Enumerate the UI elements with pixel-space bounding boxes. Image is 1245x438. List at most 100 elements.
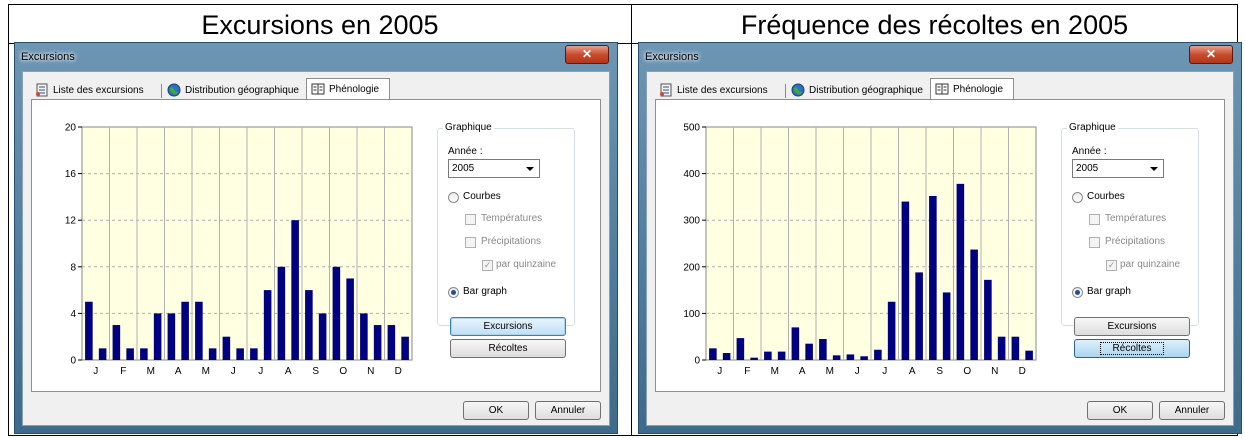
bar-M2 (777, 351, 786, 360)
chevron-down-icon (526, 167, 534, 171)
y-tick-label: 400 (683, 169, 700, 180)
x-month-label: A (909, 366, 916, 377)
bar-N2 (997, 336, 1006, 360)
bar-F2 (126, 348, 134, 360)
bar-A2 (915, 272, 923, 360)
tab-distribution-geographique[interactable]: Distribution géographique (163, 81, 305, 100)
precipitations-checkbox[interactable] (1089, 237, 1100, 248)
bar-graph-radio[interactable] (448, 287, 459, 298)
bar-J2 (722, 353, 731, 360)
bar-F2 (750, 357, 758, 360)
tab-separator (161, 84, 162, 98)
courbes-radio[interactable] (1072, 192, 1083, 203)
x-month-label: D (395, 366, 402, 377)
ok-button[interactable]: OK (463, 401, 529, 420)
close-button[interactable]: ✕ (1189, 45, 1233, 64)
bar-D1 (1011, 336, 1020, 360)
annee-select[interactable]: 2005 (1072, 159, 1164, 178)
graphique-groupbox: Graphique Année : 2005 Courbes Températu… (437, 122, 575, 326)
annee-value: 2005 (1076, 163, 1099, 174)
quinzaine-label: par quinzaine (1120, 259, 1181, 270)
courbes-radio[interactable] (448, 192, 459, 203)
chevron-down-icon (1150, 167, 1158, 171)
x-month-label: S (312, 366, 319, 377)
title-bar[interactable]: Excursions ✕ (639, 43, 1241, 71)
bar-J1 (874, 349, 882, 360)
bar-J2 (887, 301, 896, 360)
y-tick-label: 500 (683, 123, 700, 134)
excursions-button[interactable]: Excursions (1074, 317, 1190, 336)
dialog-window-recoltes: Excursions ✕ Liste des excursions Distri… (638, 42, 1242, 434)
bar-M2 (208, 348, 217, 360)
bar-chart: 0 4 8 12 16 20 J F M A M J J A S O N D (65, 123, 413, 377)
bar-F1 (112, 325, 121, 360)
ok-button[interactable]: OK (1087, 401, 1153, 420)
bar-J2 (263, 290, 272, 360)
x-month-label: O (963, 366, 971, 377)
temperatures-checkbox[interactable] (465, 214, 476, 225)
bar-J1 (85, 301, 93, 360)
title-bar[interactable]: Excursions ✕ (15, 43, 617, 71)
tab-liste-excursions[interactable]: Liste des excursions (655, 81, 783, 100)
recoltes-button[interactable]: Récoltes (450, 339, 566, 358)
annee-label: Année : (448, 146, 483, 157)
bar-A1 (901, 201, 910, 360)
bar-O2 (970, 249, 978, 360)
precipitations-checkbox[interactable] (465, 237, 476, 248)
tab-distribution-geographique[interactable]: Distribution géographique (787, 81, 929, 100)
quinzaine-checkbox[interactable]: ✓ (482, 260, 493, 271)
y-tick-label: 100 (683, 309, 700, 320)
bar-M1 (819, 339, 827, 360)
bar-S2 (318, 313, 327, 360)
recoltes-button-label: Récoltes (488, 343, 528, 354)
cancel-button-label: Annuler (550, 405, 586, 416)
bar-S1 (305, 290, 313, 360)
cancel-button[interactable]: Annuler (1159, 401, 1225, 420)
bar-J1 (846, 354, 855, 360)
y-tick-label: 300 (683, 216, 700, 227)
x-month-label: J (855, 366, 860, 377)
bar-A1 (791, 327, 800, 360)
bar-J1 (709, 348, 717, 360)
bar-O1 (956, 183, 965, 360)
tab-liste-excursions[interactable]: Liste des excursions (31, 81, 159, 100)
quinzaine-label: par quinzaine (496, 259, 557, 270)
bar-D2 (1025, 350, 1033, 360)
bar-graph-label: Bar graph (1087, 286, 1131, 297)
x-month-label: D (1019, 366, 1026, 377)
close-button[interactable]: ✕ (565, 45, 609, 64)
tab-phenologie[interactable]: Phénologie (930, 78, 1014, 101)
x-month-label: M (147, 366, 155, 377)
tab-phenologie[interactable]: Phénologie (306, 78, 390, 101)
left-heading: Excursions en 2005 (201, 10, 439, 40)
tab-page-phenologie: 0 100 200 300 400 500 J F M A M J J A S O N D Graphique A… (655, 99, 1225, 392)
dialog-client: Liste des excursions Distribution géogra… (22, 71, 610, 426)
temperatures-checkbox[interactable] (1089, 214, 1100, 225)
excursions-button[interactable]: Excursions (450, 317, 566, 336)
recoltes-button-label: Récoltes (1099, 342, 1165, 355)
bar-J2 (236, 348, 244, 360)
x-month-label: A (175, 366, 182, 377)
x-month-label: S (936, 366, 943, 377)
bar-J1 (250, 348, 258, 360)
bar-J1 (222, 336, 231, 360)
annee-select[interactable]: 2005 (448, 159, 540, 178)
tab-label: Distribution géographique (809, 85, 923, 96)
recoltes-button[interactable]: Récoltes (1074, 339, 1190, 358)
bar-J2 (860, 356, 868, 360)
bar-O1 (332, 266, 341, 360)
x-month-label: A (799, 366, 806, 377)
quinzaine-checkbox[interactable]: ✓ (1106, 260, 1117, 271)
y-tick-label: 16 (65, 169, 77, 180)
x-month-label: J (882, 366, 887, 377)
tab-label: Distribution géographique (185, 85, 299, 96)
bar-A1 (277, 266, 286, 360)
dialog-window-excursions: Excursions ✕ Liste des excursions Distri… (14, 42, 618, 434)
x-month-label: J (258, 366, 263, 377)
ok-button-label: OK (488, 405, 504, 416)
cancel-button[interactable]: Annuler (535, 401, 601, 420)
bar-O2 (346, 278, 354, 360)
bar-graph-radio[interactable] (1072, 287, 1083, 298)
x-month-label: N (367, 366, 374, 377)
group-title: Graphique (1067, 122, 1118, 133)
